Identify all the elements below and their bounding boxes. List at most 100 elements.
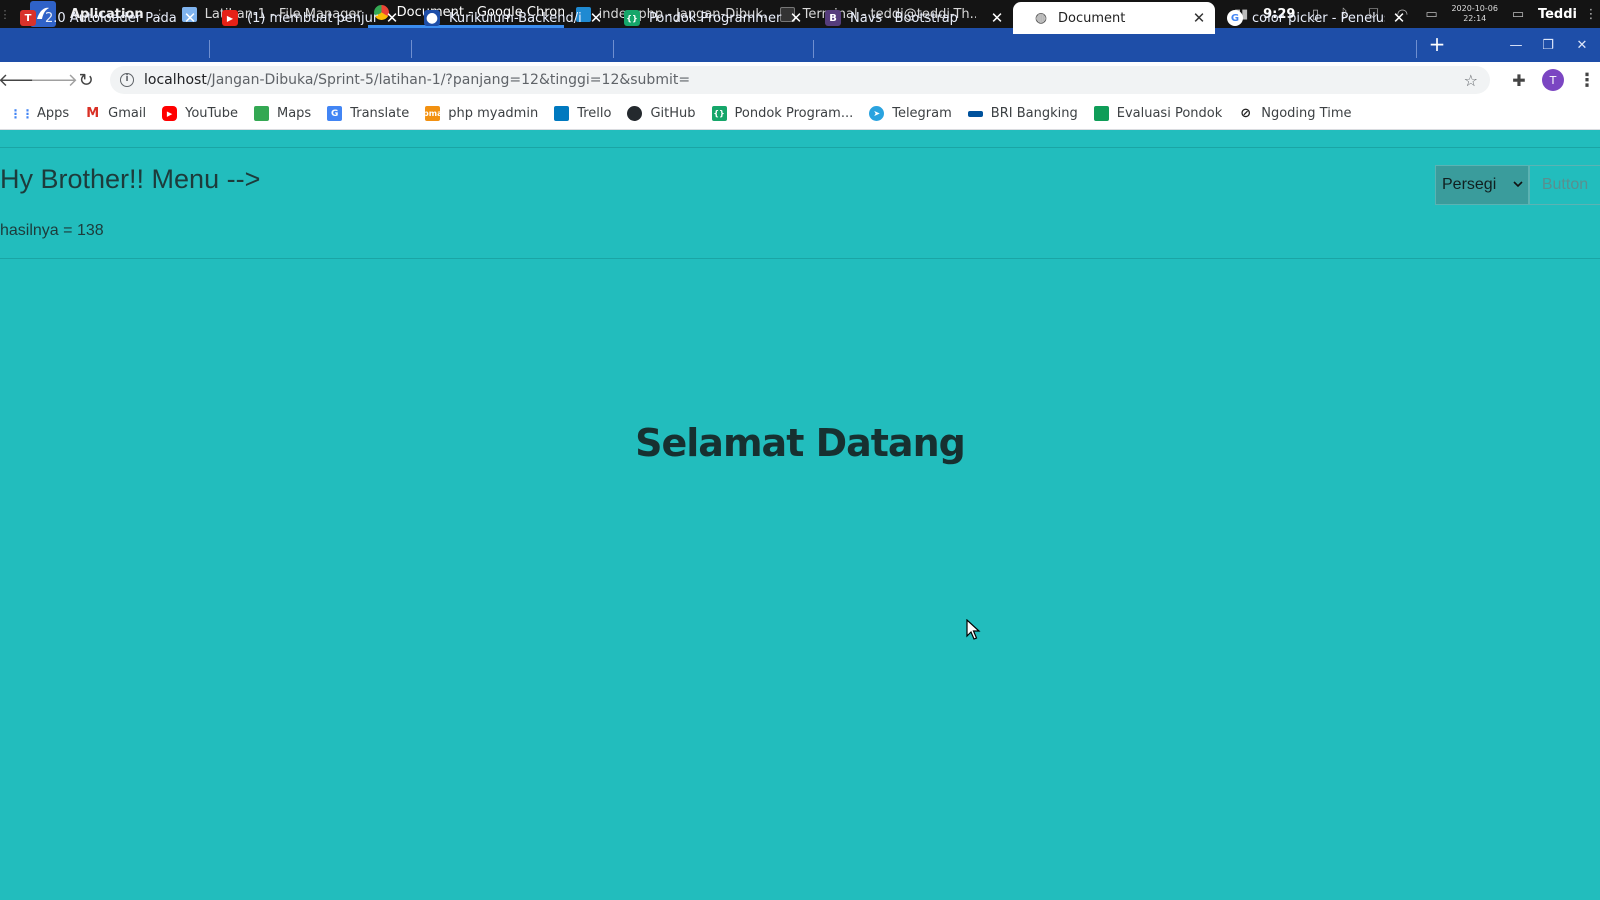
tab-divider: [1416, 40, 1417, 58]
profile-avatar[interactable]: T: [1542, 69, 1564, 91]
bookmark-label: Telegram: [892, 106, 952, 121]
tab-title: 2.0 Autoloader Pada Ph: [45, 10, 176, 26]
battery-icon[interactable]: ▭: [1422, 5, 1440, 23]
tab-title: (1) membuat penjumlah: [247, 10, 378, 26]
bookmark-telegram[interactable]: ➤ Telegram: [869, 106, 952, 121]
phpmyadmin-icon: pma: [423, 106, 442, 121]
panel-grip-icon: ⋮: [1584, 6, 1598, 22]
tab-github-kurikulum[interactable]: ● Kurikulum-Backend/ind ✕: [404, 2, 612, 34]
navbar-brand[interactable]: Hy Brother!! Menu -->: [0, 164, 260, 195]
url-path: /Jangan-Dibuka/Sprint-5/latihan-1/?panja…: [206, 72, 691, 88]
panel-user[interactable]: Teddi: [1538, 7, 1577, 22]
tab-favicon: ▶: [222, 10, 238, 26]
bookmark-pondok-programmer[interactable]: {} Pondok Program...: [711, 106, 854, 121]
bookmark-label: BRI Bangking: [990, 106, 1078, 121]
bookmark-label: Pondok Program...: [734, 106, 854, 121]
tab-close-icon[interactable]: ✕: [1391, 9, 1407, 27]
bookmark-label: Evaluasi Pondok: [1116, 106, 1223, 121]
sheets-icon: [1093, 106, 1109, 121]
date-line-1: 2020-10-06: [1451, 4, 1498, 13]
date-line-2: 22:14: [1463, 14, 1487, 23]
tab-divider: [209, 40, 210, 58]
display-icon[interactable]: ▭: [1509, 5, 1527, 23]
bookmark-star-icon[interactable]: ☆: [1464, 71, 1478, 90]
bri-icon: [967, 110, 983, 117]
shape-select[interactable]: Persegi: [1435, 165, 1529, 205]
shape-select-value: Persegi: [1442, 176, 1497, 193]
reload-button[interactable]: ↻: [70, 64, 102, 96]
tab-title: Navs · Bootstrap: [850, 10, 958, 26]
tab-divider: [813, 40, 814, 58]
tab-close-icon[interactable]: ✕: [384, 9, 400, 27]
browser-toolbar: 🡐 🡒 ↻ i localhost/Jangan-Dibuka/Sprint-5…: [0, 62, 1600, 98]
bookmark-apps[interactable]: ⋮⋮ Apps: [9, 106, 70, 121]
trello-icon: [554, 106, 570, 121]
bookmark-label: GitHub: [650, 106, 696, 121]
bookmark-label: Apps: [37, 106, 70, 121]
restore-icon[interactable]: ❐: [1532, 28, 1564, 62]
tab-youtube[interactable]: ▶ (1) membuat penjumlah ✕: [202, 2, 408, 34]
bookmark-ngoding-time[interactable]: ⊘ Ngoding Time: [1238, 106, 1351, 121]
address-bar[interactable]: i localhost/Jangan-Dibuka/Sprint-5/latih…: [110, 66, 1490, 94]
minimize-icon[interactable]: —: [1500, 28, 1532, 62]
close-window-icon[interactable]: ✕: [1566, 28, 1598, 62]
tab-favicon: {}: [624, 10, 640, 26]
new-tab-button[interactable]: +: [1426, 34, 1448, 56]
tab-close-icon[interactable]: ✕: [788, 9, 804, 27]
bookmark-evaluasi-pondok[interactable]: Evaluasi Pondok: [1093, 106, 1223, 121]
bookmark-github[interactable]: GitHub: [627, 106, 696, 121]
extensions-puzzle-icon[interactable]: ✚: [1510, 71, 1528, 90]
tab-title: Document: [1058, 10, 1126, 26]
tab-favicon: T: [20, 10, 36, 26]
bookmark-phpmyadmin[interactable]: pma php myadmin: [423, 106, 539, 121]
more-menu-icon[interactable]: ⋮: [1578, 70, 1596, 91]
translate-icon: G: [327, 106, 343, 121]
forward-button[interactable]: 🡒: [30, 64, 78, 96]
bookmark-label: Gmail: [108, 106, 147, 121]
panel-date[interactable]: 2020-10-06 22:14: [1451, 4, 1498, 24]
github-icon: [627, 106, 643, 121]
tab-close-icon[interactable]: ✕: [1191, 9, 1207, 27]
result-text: hasilnya = 138: [0, 222, 104, 239]
tab-close-icon[interactable]: ✕: [182, 9, 198, 27]
bookmark-maps[interactable]: Maps: [253, 106, 312, 121]
tab-close-icon[interactable]: ✕: [989, 9, 1005, 27]
bookmark-label: php myadmin: [448, 106, 539, 121]
tab-title: Kurikulum-Backend/ind: [449, 10, 582, 26]
tab-autoloader[interactable]: T 2.0 Autoloader Pada Ph ✕: [0, 2, 206, 34]
tab-title: Pondok Programmer: [649, 10, 782, 26]
bookmark-label: Translate: [350, 106, 410, 121]
apps-grid-icon: ⋮⋮: [9, 106, 34, 121]
submit-button[interactable]: Button: [1529, 165, 1600, 205]
address-url: localhost/Jangan-Dibuka/Sprint-5/latihan…: [144, 72, 690, 88]
bookmark-label: Trello: [577, 106, 612, 121]
bookmarks-bar: ⋮⋮ Apps M Gmail ▶ YouTube Maps G Transla…: [0, 98, 1600, 130]
tab-document[interactable]: ◍ Document ✕: [1013, 2, 1215, 34]
tab-favicon: ●: [424, 10, 440, 26]
url-host: localhost: [144, 72, 207, 88]
globe-icon: ◍: [1034, 10, 1048, 26]
tab-close-icon[interactable]: ✕: [588, 9, 604, 27]
tab-bootstrap-navs[interactable]: B Navs · Bootstrap ✕: [805, 2, 1013, 34]
bookmark-gmail[interactable]: M Gmail: [85, 106, 146, 121]
tab-favicon: B: [825, 10, 841, 26]
welcome-heading: Selamat Datang: [635, 421, 966, 465]
telegram-icon: ➤: [869, 106, 885, 121]
site-info-icon[interactable]: i: [120, 73, 134, 87]
bookmark-label: Maps: [276, 106, 312, 121]
tab-color-picker[interactable]: G color picker - Penelusur ✕: [1207, 2, 1415, 34]
chevron-down-icon: [1513, 181, 1523, 188]
bookmark-youtube[interactable]: ▶ YouTube: [162, 106, 238, 121]
tab-pondok-programmer[interactable]: {} Pondok Programmer ✕: [604, 2, 812, 34]
gmail-icon: M: [86, 106, 100, 121]
bookmark-label: Ngoding Time: [1261, 106, 1352, 121]
tab-divider: [411, 40, 412, 58]
bookmark-bri[interactable]: BRI Bangking: [967, 106, 1078, 121]
page-content: Hy Brother!! Menu --> hasilnya = 138 Per…: [0, 131, 1600, 900]
toolbar-actions: ✚ T ⋮: [1510, 62, 1600, 98]
bookmark-trello[interactable]: Trello: [554, 106, 611, 121]
bookmark-translate[interactable]: G Translate: [327, 106, 409, 121]
youtube-icon: ▶: [162, 106, 178, 121]
pondok-icon: {}: [711, 106, 727, 121]
maps-icon: [253, 106, 269, 121]
